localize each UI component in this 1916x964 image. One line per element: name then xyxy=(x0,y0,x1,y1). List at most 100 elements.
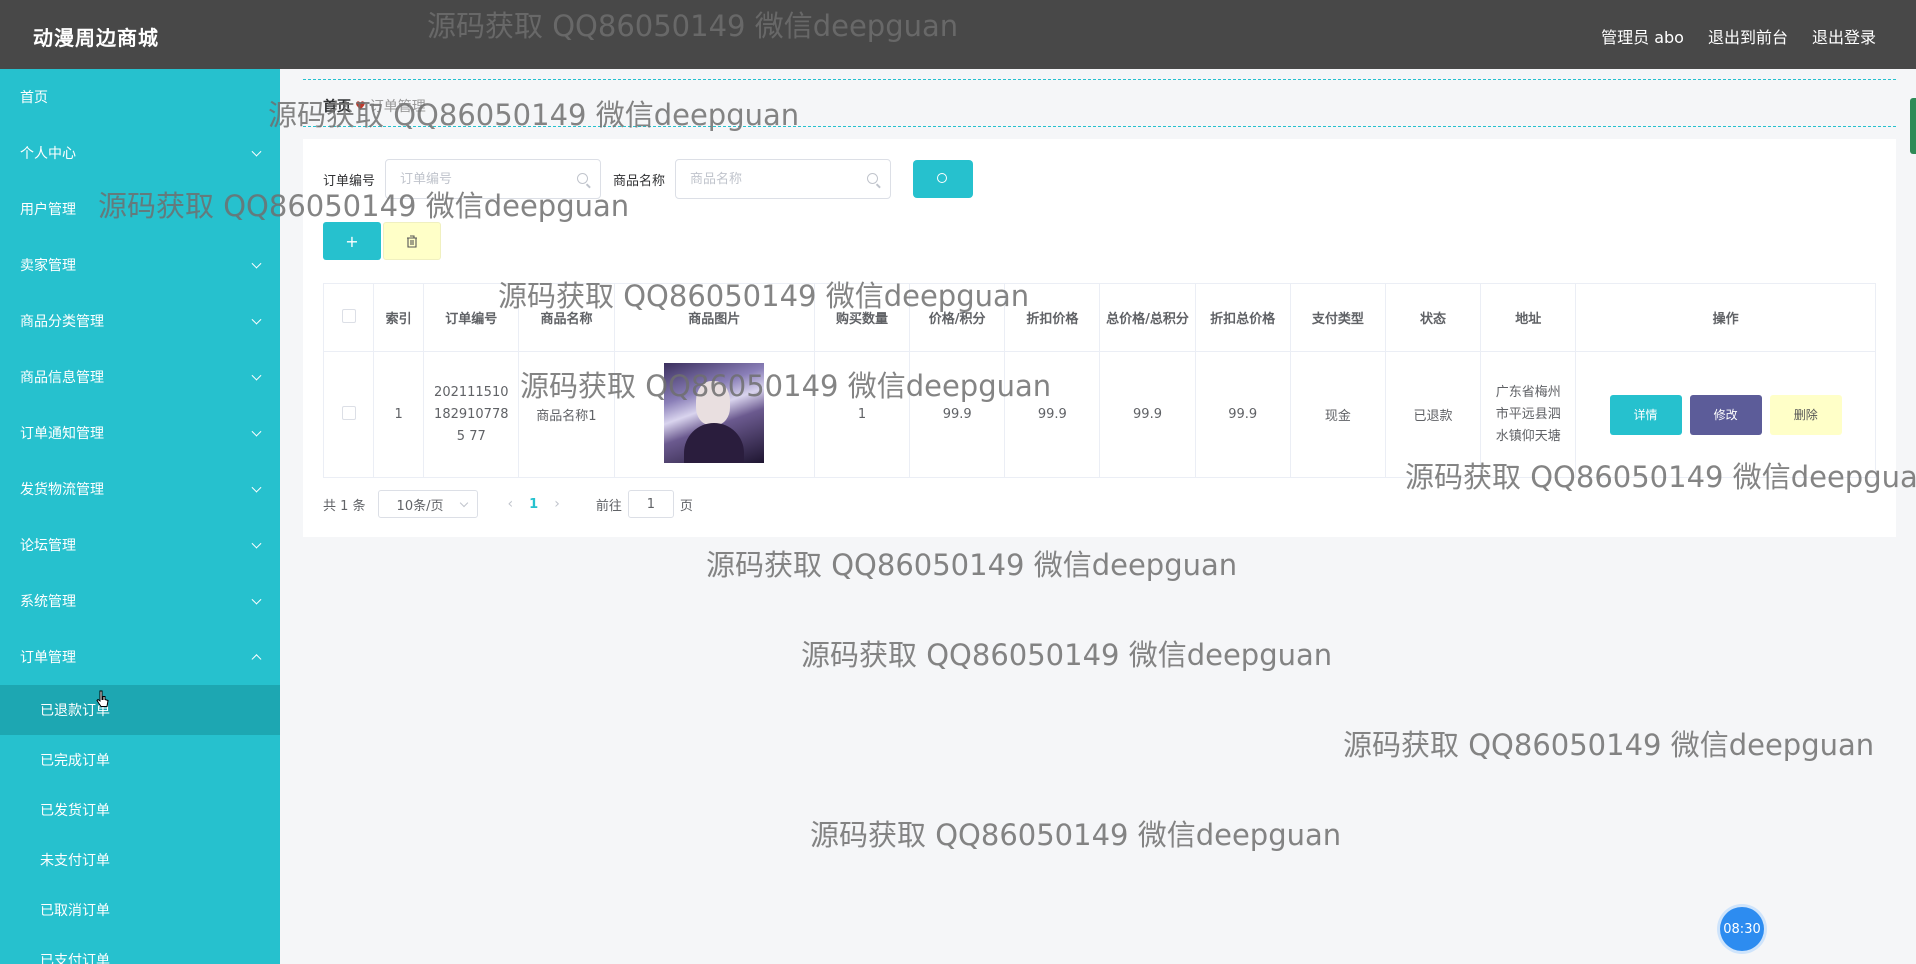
cell-address: 广东省梅州市平远县泗水镇仰天塘 xyxy=(1480,351,1577,478)
sidebar-item-label: 订单通知管理 xyxy=(20,426,104,442)
col-header: 折扣价格 xyxy=(1004,283,1101,352)
col-header: 购买数量 xyxy=(813,283,911,352)
col-header: 订单编号 xyxy=(423,283,520,352)
sidebar-subitem-shipped[interactable]: 已发货订单 xyxy=(0,785,280,835)
sidebar-item-order-notice[interactable]: 订单通知管理 xyxy=(0,405,280,461)
row-checkbox[interactable] xyxy=(341,405,356,420)
sidebar-item-shipping[interactable]: 发货物流管理 xyxy=(0,461,280,517)
sidebar-subitem-label: 已支付订单 xyxy=(40,953,110,964)
sidebar-item-label: 卖家管理 xyxy=(20,258,76,274)
col-header: 操作 xyxy=(1575,283,1876,352)
sidebar-item-orders[interactable]: 订单管理 xyxy=(0,629,280,685)
product-name-label: 商品名称 xyxy=(613,173,666,189)
cell-product-name: 商品名称1 xyxy=(518,351,615,478)
cell-product-image xyxy=(613,351,815,478)
search-button[interactable] xyxy=(913,160,974,198)
prev-page-button[interactable]: ‹ xyxy=(508,496,514,512)
sidebar-subitem-label: 已取消订单 xyxy=(40,903,110,919)
page-size-value: 10条/页 xyxy=(396,498,444,514)
page-unit-label: 页 xyxy=(679,498,693,514)
page-size-select[interactable]: 10条/页 xyxy=(377,490,478,518)
order-no-label: 订单编号 xyxy=(323,173,376,189)
sidebar-item-label: 订单管理 xyxy=(20,650,76,666)
chevron-down-icon xyxy=(251,146,262,157)
chevron-down-icon xyxy=(251,258,262,269)
sidebar-item-seller-management[interactable]: 卖家管理 xyxy=(0,237,280,293)
breadcrumb-bar: 首页 ♥ 订单管理 xyxy=(303,79,1896,127)
chevron-down-icon xyxy=(251,482,262,493)
sidebar-item-home[interactable]: 首页 xyxy=(0,69,280,125)
cell-index: 1 xyxy=(373,351,425,478)
sidebar-subitem-cancelled[interactable]: 已取消订单 xyxy=(0,885,280,935)
detail-button[interactable]: 详情 xyxy=(1609,394,1682,435)
edit-label: 修改 xyxy=(1713,408,1738,422)
breadcrumb-home[interactable]: 首页 xyxy=(323,96,351,116)
cell-pay-type: 现金 xyxy=(1289,351,1386,478)
col-header: 折扣总价格 xyxy=(1194,283,1291,352)
sidebar-subitem-completed[interactable]: 已完成订单 xyxy=(0,735,280,785)
table-row: 1 2021115101829107785 77 商品名称1 1 99.9 99… xyxy=(322,351,1876,478)
sidebar-item-forum[interactable]: 论坛管理 xyxy=(0,517,280,573)
search-icon xyxy=(937,173,948,183)
logout-link[interactable]: 退出登录 xyxy=(1812,24,1876,48)
sidebar-item-label: 发货物流管理 xyxy=(20,482,104,498)
goto-label: 前往 xyxy=(595,498,622,514)
sidebar-item-label: 商品分类管理 xyxy=(20,314,104,330)
next-page-button[interactable]: › xyxy=(554,496,560,512)
delete-label: 删除 xyxy=(1793,408,1818,422)
sidebar-item-user-management[interactable]: 用户管理 xyxy=(0,181,280,237)
cell-operations: 详情 修改 删除 xyxy=(1575,351,1876,478)
top-bar: 动漫周边商城 管理员 abo 退出到前台 退出登录 xyxy=(0,0,1916,69)
top-links: 管理员 abo 退出到前台 退出登录 xyxy=(1601,24,1876,48)
batch-delete-button[interactable] xyxy=(383,222,441,260)
sidebar-item-personal-center[interactable]: 个人中心 xyxy=(0,125,280,181)
edit-button[interactable]: 修改 xyxy=(1689,394,1762,435)
row-select-cell xyxy=(322,351,375,478)
sidebar-subitem-unpaid[interactable]: 未支付订单 xyxy=(0,835,280,885)
sidebar-item-product-management[interactable]: 商品信息管理 xyxy=(0,349,280,405)
sidebar-subitem-paid[interactable]: 已支付订单 xyxy=(0,935,280,964)
cell-order-no: 2021115101829107785 77 xyxy=(423,351,520,478)
trash-icon xyxy=(407,234,417,248)
goto-page-input[interactable]: 1 xyxy=(627,490,674,518)
detail-label: 详情 xyxy=(1633,408,1658,422)
add-button[interactable]: + xyxy=(323,222,381,260)
cell-status: 已退款 xyxy=(1384,351,1482,478)
col-header: 状态 xyxy=(1384,283,1482,352)
side-scroll-tab[interactable] xyxy=(1910,98,1916,154)
mouse-pointer-icon xyxy=(96,690,109,707)
search-icon xyxy=(577,173,589,184)
select-all-checkbox[interactable] xyxy=(341,308,356,323)
product-image[interactable] xyxy=(664,362,765,463)
chevron-down-icon xyxy=(251,314,262,325)
orders-table: 索引 订单编号 商品名称 商品图片 购买数量 价格/积分 折扣价格 总价格/总积… xyxy=(322,283,1876,478)
breadcrumb-current: 订单管理 xyxy=(369,99,426,115)
product-name-input[interactable] xyxy=(676,160,857,198)
page-number-current[interactable]: 1 xyxy=(529,497,538,512)
watermark-text: 源码获取 QQ86050149 微信deepguan xyxy=(1343,728,1875,762)
product-name-field xyxy=(675,159,892,199)
search-icon xyxy=(867,173,879,184)
sidebar-item-category-management[interactable]: 商品分类管理 xyxy=(0,293,280,349)
cell-quantity: 1 xyxy=(813,351,911,478)
col-header: 总价格/总积分 xyxy=(1099,283,1196,352)
admin-user-label: 管理员 abo xyxy=(1601,28,1684,47)
chevron-up-icon xyxy=(251,654,262,665)
sidebar-item-system[interactable]: 系统管理 xyxy=(0,573,280,629)
col-header: 地址 xyxy=(1480,283,1577,352)
sidebar-subitem-refunded[interactable]: 已退款订单 xyxy=(0,685,280,735)
sidebar: 首页 个人中心 用户管理 卖家管理 商品分类管理 商品信息管理 订单通知管理 发… xyxy=(0,69,280,964)
col-header: 商品名称 xyxy=(518,283,615,352)
main-panel: 订单编号 商品名称 + 索引 订单编号 商品名称 商 xyxy=(303,139,1896,537)
order-no-input[interactable] xyxy=(386,160,567,198)
sidebar-item-label: 用户管理 xyxy=(20,202,76,218)
sidebar-subitem-label: 未支付订单 xyxy=(40,853,110,869)
cell-discount-total: 99.9 xyxy=(1194,351,1291,478)
sidebar-item-label: 系统管理 xyxy=(20,594,76,610)
chevron-down-icon xyxy=(251,594,262,605)
exit-to-front-link[interactable]: 退出到前台 xyxy=(1708,24,1788,48)
delete-button[interactable]: 删除 xyxy=(1769,394,1842,435)
app-brand: 动漫周边商城 xyxy=(33,26,159,50)
watermark-text: 源码获取 QQ86050149 微信deepguan xyxy=(706,548,1238,582)
sidebar-subitem-label: 已完成订单 xyxy=(40,753,110,769)
